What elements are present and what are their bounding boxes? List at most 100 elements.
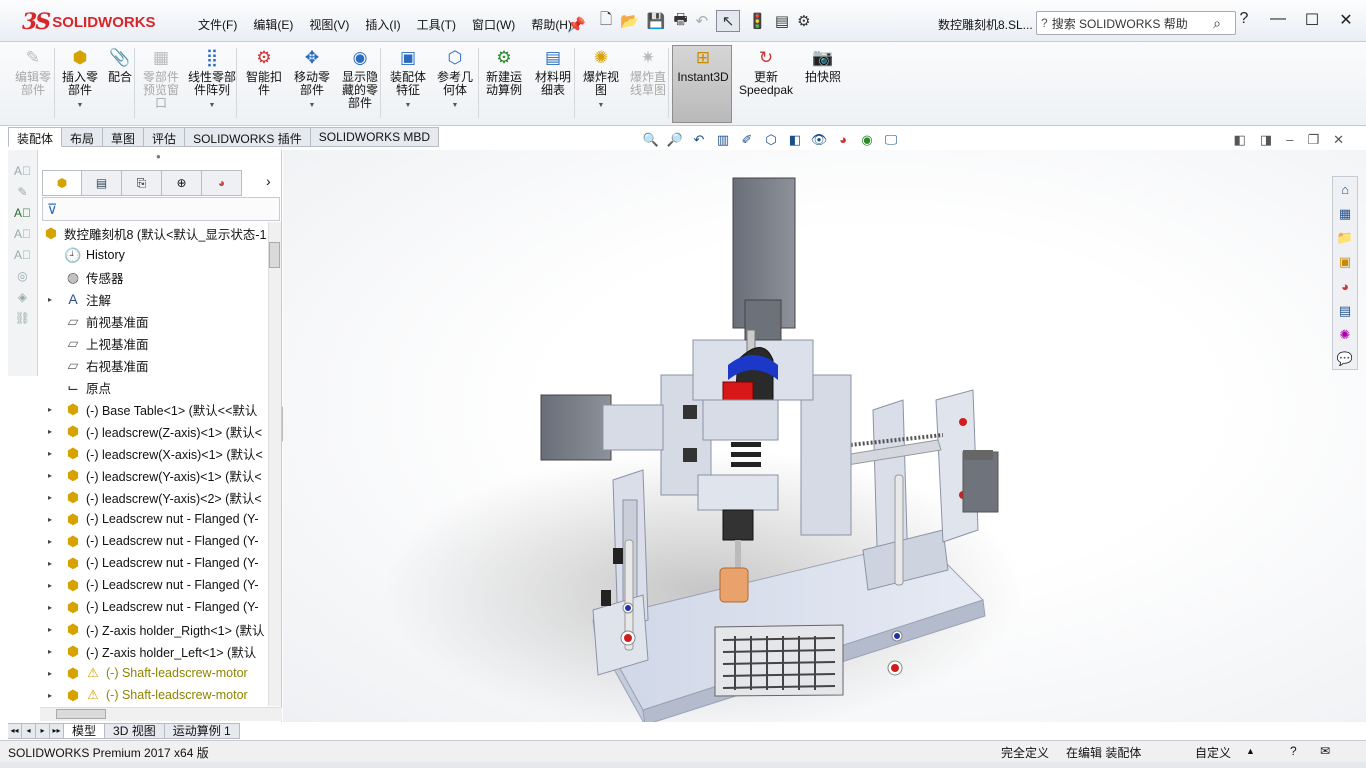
- tab-nav-icon-2[interactable]: ▸: [36, 723, 50, 739]
- ribbon-button-1[interactable]: ⬢ 插入零部件 ▼: [58, 46, 102, 122]
- tree-item-16[interactable]: ▸ ⬢ (-) Leadscrew nut - Flanged (Y-: [40, 596, 268, 618]
- tree-item-12[interactable]: ▸ ⬢ (-) Leadscrew nut - Flanged (Y-: [40, 508, 268, 530]
- tree-item-18[interactable]: ▸ ⬢ (-) Z-axis holder_Left<1> (默认: [40, 640, 268, 662]
- minimize-button[interactable]: —: [1268, 10, 1288, 30]
- note-icon[interactable]: A⃞: [14, 248, 31, 262]
- status-question-icon[interactable]: ?: [1290, 744, 1297, 758]
- hide-show-items-icon[interactable]: 👁: [810, 132, 828, 150]
- annotation-icon[interactable]: A⃞: [14, 164, 31, 178]
- tree-item-2[interactable]: ▸ A 注解: [40, 288, 268, 310]
- viewport-prev-icon[interactable]: ◧: [1234, 132, 1246, 148]
- ribbon-button-9[interactable]: ⬡ 参考几何体 ▼: [433, 46, 477, 122]
- ribbon-dropdown-icon-9[interactable]: ▼: [452, 99, 459, 112]
- status-custom-arrow-icon[interactable]: ▲: [1246, 746, 1255, 756]
- tree-item-7[interactable]: ▸ ⬢ (-) Base Table<1> (默认<<默认: [40, 398, 268, 420]
- expand-arrow-icon[interactable]: ▸: [48, 581, 58, 590]
- menu-item-4[interactable]: 工具(T): [409, 16, 464, 33]
- command-tab-0[interactable]: 装配体: [8, 127, 63, 147]
- balloon-icon[interactable]: ◎: [17, 269, 27, 283]
- ribbon-button-3[interactable]: ▦ 零部件预览窗口: [138, 46, 184, 122]
- expand-arrow-icon[interactable]: ▸: [48, 515, 58, 524]
- configuration-manager-tab-icon[interactable]: ⎘: [122, 170, 162, 196]
- feature-manager-tab-icon[interactable]: ⬢: [42, 170, 82, 196]
- ribbon-button-16[interactable]: 📷 拍快照: [802, 46, 844, 122]
- new-document-icon[interactable]: 🗋: [600, 10, 612, 32]
- solidworks-resources-icon[interactable]: ⌂: [1335, 180, 1355, 199]
- tree-root-assembly[interactable]: ⬢ 数控雕刻机8 (默认<默认_显示状态-1: [40, 222, 268, 244]
- section-view-icon[interactable]: ▥: [714, 132, 732, 150]
- ribbon-button-14[interactable]: ⊞ Instant3D: [676, 46, 730, 122]
- surface-finish-icon[interactable]: ◈: [18, 290, 27, 304]
- ribbon-button-6[interactable]: ✥ 移动零部件 ▼: [290, 46, 334, 122]
- graphics-viewport[interactable]: [283, 150, 1366, 722]
- expand-arrow-icon[interactable]: ▸: [48, 669, 58, 678]
- tree-item-3[interactable]: ▱ 前视基准面: [40, 310, 268, 332]
- display-manager-tab-icon[interactable]: ◕: [202, 170, 242, 196]
- ribbon-dropdown-icon-1[interactable]: ▼: [77, 99, 84, 112]
- ribbon-button-0[interactable]: ✎ 编辑零部件: [10, 46, 56, 122]
- sketch-icon[interactable]: ✎: [17, 185, 27, 199]
- expand-arrow-icon[interactable]: ▸: [48, 405, 58, 414]
- ribbon-button-12[interactable]: ✺ 爆炸视图 ▼: [580, 46, 622, 122]
- status-custom[interactable]: 自定义: [1195, 744, 1231, 761]
- custom-properties-icon[interactable]: ▤: [1335, 301, 1355, 320]
- file-explorer-icon[interactable]: 📁: [1335, 229, 1355, 248]
- panel-tabs-more-icon[interactable]: ›: [266, 173, 271, 189]
- expand-arrow-icon[interactable]: ▸: [48, 691, 58, 700]
- edit-appearance-icon[interactable]: ◕: [834, 132, 852, 150]
- tree-item-11[interactable]: ▸ ⬢ (-) leadscrew(Y-axis)<2> (默认<: [40, 486, 268, 508]
- command-tab-2[interactable]: 草图: [103, 127, 145, 147]
- tab-nav-icon-0[interactable]: ◂◂: [8, 723, 22, 739]
- tree-item-14[interactable]: ▸ ⬢ (-) Leadscrew nut - Flanged (Y-: [40, 552, 268, 574]
- tree-item-10[interactable]: ▸ ⬢ (-) leadscrew(Y-axis)<1> (默认<: [40, 464, 268, 486]
- comments-icon[interactable]: 💬: [1335, 350, 1355, 369]
- options-gear-icon[interactable]: ⚙: [797, 10, 810, 32]
- ribbon-dropdown-icon-12[interactable]: ▼: [598, 99, 605, 112]
- dimxpert-tab-icon[interactable]: ⊕: [162, 170, 202, 196]
- save-icon[interactable]: 💾: [647, 10, 666, 32]
- menu-item-2[interactable]: 视图(V): [301, 16, 357, 33]
- expand-arrow-icon[interactable]: ▸: [48, 603, 58, 612]
- search-icon[interactable]: ⌕: [1213, 15, 1221, 32]
- bottom-tab-2[interactable]: 运动算例 1: [164, 723, 240, 739]
- filter-icon[interactable]: ⊽: [47, 201, 57, 218]
- tree-filter[interactable]: ⊽: [42, 197, 280, 221]
- select-icon[interactable]: ↖: [716, 10, 741, 32]
- zoom-to-fit-icon[interactable]: 🔍: [642, 132, 660, 150]
- tree-item-5[interactable]: ▱ 右视基准面: [40, 354, 268, 376]
- viewport-minimize-button[interactable]: –: [1286, 132, 1293, 148]
- zoom-to-area-icon[interactable]: 🔎: [666, 132, 684, 150]
- ribbon-button-7[interactable]: ◉ 显示隐藏的零部件: [338, 46, 382, 122]
- tree-item-13[interactable]: ▸ ⬢ (-) Leadscrew nut - Flanged (Y-: [40, 530, 268, 552]
- expand-arrow-icon[interactable]: ▸: [48, 449, 58, 458]
- viewport-restore-button[interactable]: ❐: [1307, 132, 1319, 148]
- ribbon-button-8[interactable]: ▣ 装配体特征 ▼: [386, 46, 430, 122]
- ribbon-button-13[interactable]: ✷ 爆炸直线草图: [626, 46, 670, 122]
- appearances-icon[interactable]: ◕: [1335, 277, 1355, 296]
- command-tab-1[interactable]: 布局: [62, 127, 104, 147]
- tree-item-1[interactable]: ◍ 传感器: [40, 266, 268, 288]
- previous-view-icon[interactable]: ↶: [690, 132, 708, 150]
- dimension-icon[interactable]: A⃞: [14, 206, 31, 220]
- tree-item-9[interactable]: ▸ ⬢ (-) leadscrew(X-axis)<1> (默认<: [40, 442, 268, 464]
- tree-horizontal-scrollbar[interactable]: [40, 707, 282, 721]
- ribbon-button-10[interactable]: ⚙ 新建运动算例: [482, 46, 526, 122]
- tree-item-4[interactable]: ▱ 上视基准面: [40, 332, 268, 354]
- maximize-button[interactable]: ☐: [1302, 10, 1322, 30]
- tree-item-19[interactable]: ▸ ⬢ ⚠ (-) Shaft-leadscrew-motor: [40, 662, 268, 684]
- property-manager-tab-icon[interactable]: ▤: [82, 170, 122, 196]
- menu-item-5[interactable]: 窗口(W): [464, 16, 523, 33]
- menu-item-1[interactable]: 编辑(E): [245, 16, 301, 33]
- design-library-icon[interactable]: ▦: [1335, 204, 1355, 223]
- tree-item-6[interactable]: ⌙ 原点: [40, 376, 268, 398]
- smart-dim-icon[interactable]: A⃞: [14, 227, 31, 241]
- expand-arrow-icon[interactable]: ▸: [48, 427, 58, 436]
- tree-item-8[interactable]: ▸ ⬢ (-) leadscrew(Z-axis)<1> (默认<: [40, 420, 268, 442]
- expand-arrow-icon[interactable]: ▸: [48, 625, 58, 634]
- weld-icon[interactable]: ⛓: [15, 311, 30, 325]
- file-properties-icon[interactable]: ▤: [775, 10, 789, 32]
- viewport-close-button[interactable]: ✕: [1333, 132, 1344, 148]
- pin-icon[interactable]: 📌: [567, 14, 586, 36]
- view-palette-icon[interactable]: ▣: [1335, 253, 1355, 272]
- expand-arrow-icon[interactable]: ▸: [48, 295, 58, 304]
